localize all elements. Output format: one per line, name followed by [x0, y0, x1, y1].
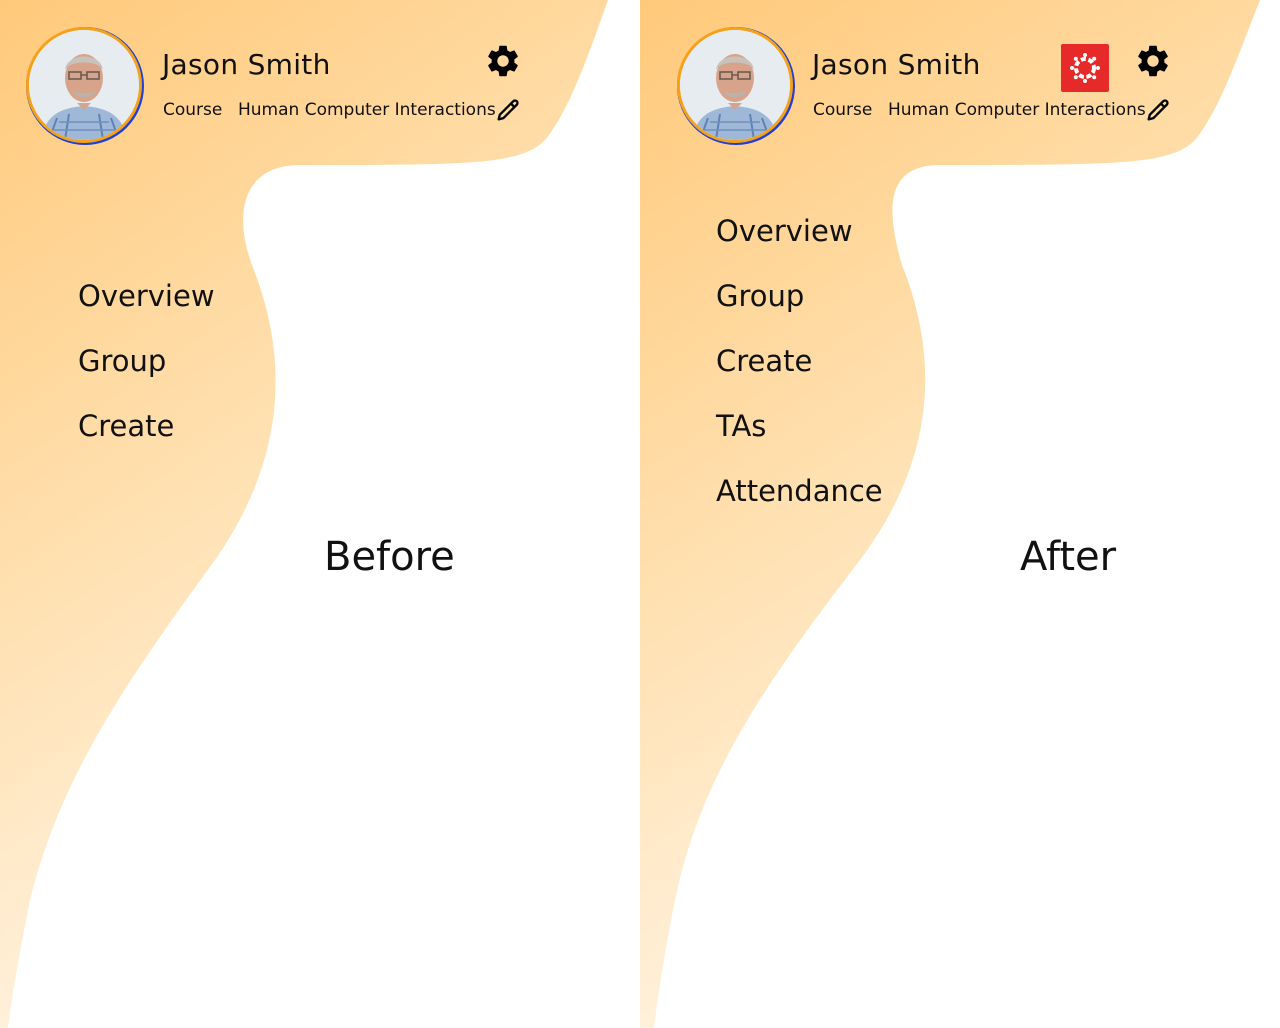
- avatar-photo: [677, 27, 793, 143]
- nav-item-group[interactable]: Group: [716, 276, 883, 341]
- course-nav: Overview Group Create: [78, 276, 215, 471]
- background-wave: [0, 0, 608, 1028]
- pencil-icon: [497, 99, 519, 121]
- avatar[interactable]: [26, 27, 144, 145]
- course-name: Human Computer Interactions: [888, 100, 1146, 120]
- edit-course-button[interactable]: [494, 96, 522, 124]
- nav-item-create[interactable]: Create: [78, 406, 215, 471]
- edit-course-button[interactable]: [1144, 96, 1172, 124]
- person-photo-icon: [680, 30, 790, 140]
- after-caption: After: [1020, 534, 1117, 580]
- user-name: Jason Smith: [162, 48, 331, 81]
- nav-item-attendance[interactable]: Attendance: [716, 471, 883, 536]
- course-nav: Overview Group Create TAs Attendance: [716, 211, 883, 536]
- nav-item-group[interactable]: Group: [78, 341, 215, 406]
- before-panel: Jason Smith Course Human Computer Intera…: [0, 0, 640, 1028]
- gear-icon: [488, 45, 518, 77]
- settings-button[interactable]: [1134, 42, 1172, 80]
- avatar[interactable]: [677, 27, 795, 145]
- nav-item-overview[interactable]: Overview: [716, 211, 883, 276]
- before-caption: Before: [324, 534, 455, 580]
- person-photo-icon: [29, 30, 139, 140]
- gear-icon: [1138, 45, 1168, 77]
- canvas-lms-icon: [1070, 53, 1100, 83]
- settings-button[interactable]: [484, 42, 522, 80]
- avatar-photo: [26, 27, 142, 143]
- canvas-lms-button[interactable]: [1061, 44, 1109, 92]
- after-panel: Jason Smith Course Human Computer Intera…: [640, 0, 1280, 1028]
- course-label: Course: [163, 100, 223, 120]
- pencil-icon: [1147, 99, 1169, 121]
- nav-item-tas[interactable]: TAs: [716, 406, 883, 471]
- course-name: Human Computer Interactions: [238, 100, 496, 120]
- nav-item-overview[interactable]: Overview: [78, 276, 215, 341]
- user-name: Jason Smith: [812, 48, 981, 81]
- course-label: Course: [813, 100, 873, 120]
- comparison-page: Jason Smith Course Human Computer Intera…: [0, 0, 1280, 1028]
- nav-item-create[interactable]: Create: [716, 341, 883, 406]
